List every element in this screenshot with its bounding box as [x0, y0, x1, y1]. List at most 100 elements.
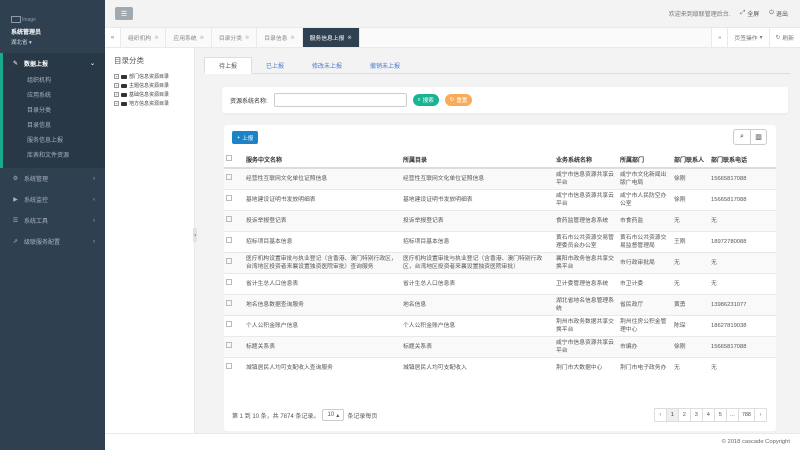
table-row[interactable]: 经营性互联网文化单位证照信息 经营性互联网文化单位证照信息 咸宁市信息资源共享云平台… — [224, 167, 776, 189]
page-tab[interactable]: 组织机构 ⊗ — [121, 28, 167, 47]
page-tab[interactable]: 目录分类 ⊗ — [212, 28, 258, 47]
page-number-button[interactable]: 788 — [737, 408, 755, 422]
submenu-item[interactable]: 库表和文件资源 — [3, 149, 105, 164]
tree-node[interactable]: + 主题信息资源目录 — [105, 81, 194, 90]
columns-icon: ▥ — [755, 134, 762, 141]
submenu-item[interactable]: 应用系统 — [3, 89, 105, 104]
table-row[interactable]: 个人公积金账户信息 个人公积金账户信息 荆州市政务数据共享交换平台 荆州住房公积金管理… — [224, 314, 776, 336]
column-header[interactable]: 服务中文名称 — [244, 151, 401, 169]
menu-item[interactable]: ▶ 系统监控 ‹ — [0, 189, 105, 210]
expand-icon[interactable]: + — [114, 92, 119, 97]
row-checkbox[interactable] — [226, 174, 232, 181]
table-cell: 基地建设证明书发放明细表 — [244, 188, 401, 210]
column-header[interactable]: 所属部门 — [618, 151, 672, 169]
submenu-item[interactable]: 组织机构 — [3, 74, 105, 89]
menu-item[interactable]: ⇗ 级联服务配置 ‹ — [0, 231, 105, 252]
status-tabs: 待上报 已上报 修改未上报 撤销未上报 — [204, 57, 790, 74]
row-checkbox[interactable] — [226, 363, 232, 370]
close-icon[interactable]: ⊗ — [245, 35, 249, 41]
search-button[interactable]: ⌕ 搜索 — [412, 94, 439, 106]
user-dept-label: 湖北省 — [11, 40, 28, 47]
page-ops-dropdown[interactable]: 页签操作 ▾ — [727, 28, 769, 47]
tree-node[interactable]: + 部门信息资源目录 — [105, 72, 194, 81]
table-search-toggle-button[interactable]: ⌕ — [734, 130, 750, 144]
reset-button-label: 重置 — [456, 98, 468, 104]
page-size-select[interactable]: 10 ▴ — [322, 409, 345, 421]
tree-node[interactable]: + 地方信息资源目录 — [105, 99, 194, 108]
row-checkbox[interactable] — [226, 216, 232, 222]
close-icon[interactable]: ⊗ — [347, 35, 351, 41]
page-tab[interactable]: 目录信息 ⊗ — [257, 28, 303, 47]
row-checkbox[interactable] — [226, 300, 232, 306]
pagination-info: 第 1 到 10 条，共 7874 条记录。 10 ▴ 条记录每页 — [232, 409, 377, 421]
submenu-item[interactable]: 目录分类 — [3, 104, 105, 119]
table-row[interactable]: 招标项目基本信息 招标项目基本信息 黄石市公共资源交易管理委员会办公室 黄石市公共资源… — [224, 230, 776, 252]
table-cell: 王刚 — [672, 230, 709, 252]
resource-system-name-input[interactable] — [273, 93, 407, 107]
search-label: 资源系统名称: — [230, 98, 268, 105]
next-page-button[interactable]: › — [754, 408, 767, 422]
submenu-item[interactable]: 目录信息 — [3, 119, 105, 134]
report-button[interactable]: + 上报 — [232, 131, 259, 144]
table-cell: 襄阳市政务信息共享交换平台 — [554, 251, 618, 273]
refresh-button[interactable]: ↻ 刷新 — [768, 28, 800, 47]
table-row[interactable]: 省计生总人口信息表 省计生总人口信息表 卫计委管理信息系统 市卫计委无无 — [224, 272, 776, 294]
column-header[interactable]: 部门联系电话 — [709, 151, 776, 169]
menu-item[interactable]: ☰ 系统工具 ‹ — [0, 210, 105, 231]
column-header[interactable]: 所属目录 — [401, 151, 554, 169]
table-row[interactable]: 基地建设证明书发放明细表 基地建设证明书发放明细表 咸宁市信息资源共享云平台 咸宁市人… — [224, 188, 776, 210]
panel-collapse-handle[interactable]: ◂ — [193, 228, 197, 242]
table-row[interactable]: 标题关系表 标题关系表 咸宁市信息资源共享云平台 市编办 徐刚 15665817088 — [224, 335, 776, 357]
table-cell: 市卫计委 — [618, 272, 672, 294]
row-checkbox[interactable] — [226, 195, 232, 201]
reset-button[interactable]: ↻ 重置 — [444, 94, 473, 106]
expand-icon[interactable]: + — [114, 83, 119, 88]
close-icon[interactable]: ⊗ — [290, 35, 294, 41]
welcome-text: 欢迎来到级联管理后台. — [668, 12, 731, 18]
column-header[interactable]: 部门联系人 — [672, 151, 709, 169]
table-cell: 15665817088 — [709, 167, 776, 189]
row-checkbox[interactable] — [226, 342, 232, 348]
tree-node[interactable]: + 基础信息资源目录 — [105, 90, 194, 99]
table-cell: 无 — [709, 209, 776, 231]
chevron-left-icon: ‹ — [93, 175, 95, 182]
table-cell: 黄石市公共资源交易监督管理局 — [618, 230, 672, 252]
column-header[interactable]: 业务系统名称 — [554, 151, 618, 169]
menu-item[interactable]: ✎ 数据上报 ⌄ — [3, 53, 105, 74]
expand-icon[interactable]: + — [114, 101, 119, 106]
tabs-scroll-left-button[interactable]: « — [105, 28, 121, 47]
category-tree-panel: 目录分类 + 部门信息资源目录 + 主题信息资源目录 + 基础信息资源目录 + 地方信息资源目… — [105, 48, 195, 433]
table-cell: 招标项目基本信息 — [401, 230, 554, 252]
status-tab[interactable]: 修改未上报 — [298, 57, 356, 73]
caret-down-icon: ▾ — [29, 40, 32, 47]
submenu-item[interactable]: 服务信息上报 — [3, 134, 105, 149]
tabs-scroll-right-button[interactable]: » — [711, 28, 728, 47]
logout-button[interactable]: ⏻ 退出 — [769, 9, 788, 18]
menu-item[interactable]: ⚙ 系统管理 ‹ — [0, 168, 105, 189]
menu-toggle-button[interactable]: ☰ — [115, 7, 133, 20]
table-cell: 市编办 — [618, 335, 672, 357]
table-row[interactable]: 地名信息数据查询服务 地名信息 湖北省地名信息管理系统 省民政厅 黄勇 139862310… — [224, 293, 776, 315]
row-checkbox[interactable] — [226, 321, 232, 327]
page-tab[interactable]: 服务信息上报 ⊗ — [302, 28, 360, 47]
user-dept-dropdown[interactable]: 湖北省 ▾ — [11, 38, 105, 46]
status-tab[interactable]: 待上报 — [204, 57, 253, 74]
close-icon[interactable]: ⊗ — [154, 35, 158, 41]
columns-toggle-button[interactable]: ▥ — [750, 130, 766, 144]
fullscreen-button[interactable]: ⤢ 全屏 — [740, 9, 759, 18]
table-row[interactable]: 医疗机构设置审批与执业登记（含香港、澳门特别行政区，台湾地区投资者来襄设置独资医… — [224, 251, 776, 273]
expand-icon[interactable]: + — [114, 74, 119, 79]
row-checkbox[interactable] — [226, 258, 232, 264]
page-tabs-bar: « 组织机构 ⊗ 应用系统 ⊗ 目录分类 ⊗ 目录信息 ⊗ 服务信息上报 ⊗ » 页签操作 ▾ ↻ 刷… — [105, 28, 800, 48]
menu-group: ✎ 数据上报 ⌄ 组织机构 应用系统 目录分类 目录信息 服务信息上报 库表和文件资源 — [0, 53, 105, 168]
table-row[interactable]: 城镇居民人均可支配收入查询服务 城镇居民人均可支配收入 荆门市大数据中心 荆门市电子政… — [224, 356, 776, 378]
close-icon[interactable]: ⊗ — [200, 35, 204, 41]
row-checkbox[interactable] — [226, 237, 232, 243]
select-all-checkbox[interactable] — [226, 155, 232, 161]
status-tab[interactable]: 已上报 — [252, 57, 298, 73]
table-row[interactable]: 投诉举报登记表 投诉举报登记表 食药监管理信息系统 市食药监无无 — [224, 209, 776, 231]
status-tab[interactable]: 撤销未上报 — [356, 57, 414, 73]
row-select-cell — [224, 314, 244, 336]
row-checkbox[interactable] — [226, 279, 232, 285]
page-tab[interactable]: 应用系统 ⊗ — [166, 28, 212, 47]
